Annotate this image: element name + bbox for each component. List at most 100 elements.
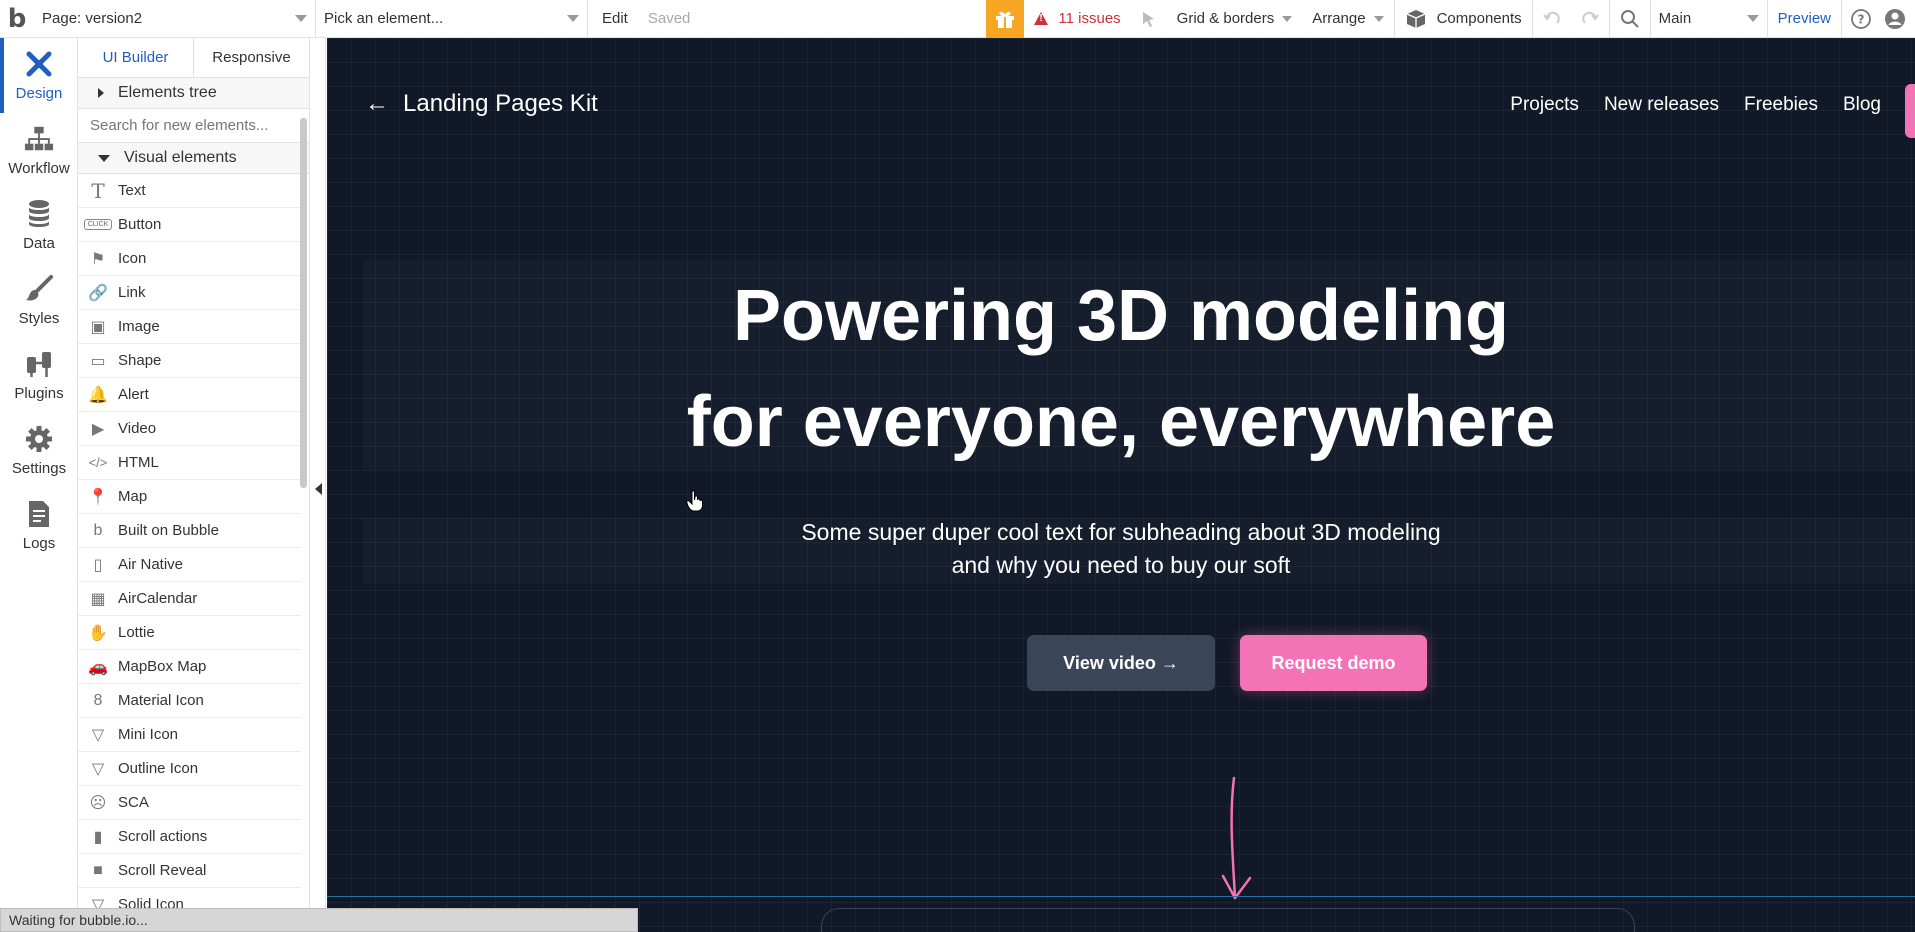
element-item-material-icon[interactable]: 8 Material Icon — [78, 684, 301, 718]
element-item-mini-icon[interactable]: ▽ Mini Icon — [78, 718, 301, 752]
view-video-button[interactable]: View video → — [1027, 635, 1215, 691]
element-item-air-native[interactable]: ▯ Air Native — [78, 548, 301, 582]
click-badge-icon: CLICK — [83, 219, 113, 230]
panel-scrollbar[interactable] — [300, 118, 307, 488]
nav-link-blog[interactable]: Blog — [1843, 94, 1881, 116]
elements-tree-toggle[interactable]: Elements tree — [78, 78, 309, 109]
element-item-alert[interactable]: 🔔 Alert — [78, 378, 301, 412]
nav-link-projects[interactable]: Projects — [1510, 94, 1579, 116]
nav-link-freebies[interactable]: Freebies — [1744, 94, 1818, 116]
element-item-lottie[interactable]: ✋ Lottie — [78, 616, 301, 650]
inspect-pointer-button[interactable] — [1131, 0, 1167, 38]
warning-icon — [1034, 12, 1049, 25]
bubble-logo-icon[interactable]: b — [0, 0, 34, 38]
request-demo-button[interactable]: Request demo — [1240, 635, 1427, 691]
sidebar-item-design[interactable]: Design — [0, 38, 78, 113]
tab-ui-builder[interactable]: UI Builder — [78, 38, 194, 77]
lottie-element-icon: ✋ — [88, 624, 108, 642]
search-button[interactable] — [1610, 0, 1650, 38]
element-item-outline-icon[interactable]: ▽ Outline Icon — [78, 752, 301, 786]
account-button[interactable] — [1880, 0, 1910, 38]
sidebar-item-logs[interactable]: Logs — [0, 488, 78, 563]
issues-button[interactable]: 11 issues — [1024, 0, 1130, 38]
element-item-text[interactable]: T Text — [78, 174, 301, 208]
caret-right-icon — [98, 88, 104, 98]
element-item-label: Video — [118, 420, 157, 437]
arrow-down-icon — [1221, 776, 1252, 900]
design-icon — [26, 51, 52, 77]
branch-selector[interactable]: Main — [1649, 0, 1768, 38]
map-element-icon: 📍 — [88, 488, 108, 506]
element-item-label: Lottie — [118, 624, 155, 641]
hero-heading-line-1: Powering 3D modeling — [732, 276, 1510, 356]
alert-element-icon: 🔔 — [88, 386, 108, 404]
element-item-scroll-reveal[interactable]: ■ Scroll Reveal — [78, 854, 301, 888]
edit-button[interactable]: Edit — [588, 0, 638, 38]
element-item-aircalendar[interactable]: ▦ AirCalendar — [78, 582, 301, 616]
scroll-reveal-element-icon: ■ — [93, 861, 103, 879]
chevron-down-icon — [1282, 15, 1293, 22]
tab-responsive[interactable]: Responsive — [194, 38, 309, 77]
element-item-sca[interactable]: ☹ SCA — [78, 786, 301, 820]
element-item-built-on-bubble[interactable]: b Built on Bubble — [78, 514, 301, 548]
element-search-input[interactable] — [78, 109, 309, 143]
element-item-label: Icon — [118, 250, 147, 267]
element-item-mapbox-map[interactable]: 🚗 MapBox Map — [78, 650, 301, 684]
help-button[interactable]: ? — [1842, 0, 1880, 38]
arrow-left-icon: ← — [365, 90, 389, 117]
sidebar-item-data[interactable]: Data — [0, 188, 78, 263]
sidebar-item-styles[interactable]: Styles — [0, 263, 78, 338]
hero-subheading-line-2: and why you need to buy our soft — [951, 552, 1291, 578]
back-link[interactable]: ← Landing Pages Kit — [365, 90, 598, 118]
arrange-menu[interactable]: Arrange — [1302, 0, 1393, 38]
image-element-icon: ▣ — [90, 318, 106, 336]
visual-elements-toggle[interactable]: Visual elements — [78, 143, 309, 174]
element-picker-label: Pick an element... — [324, 10, 444, 27]
element-list: T Text CLICK Button ⚑ Icon 🔗 Link ▣ Image ▭ Shape 🔔 A… — [78, 174, 309, 908]
search-icon — [1620, 9, 1639, 28]
element-picker[interactable]: Pick an element... — [316, 0, 588, 38]
grid-borders-menu[interactable]: Grid & borders — [1167, 0, 1303, 38]
sidebar-item-plugins[interactable]: Plugins — [0, 338, 78, 413]
element-item-html[interactable]: </> HTML — [78, 446, 301, 480]
section-divider — [327, 896, 1915, 897]
button-element-icon: CLICK — [78, 219, 118, 230]
nav-cta-button-partial[interactable] — [1905, 84, 1915, 138]
panel-collapse-handle[interactable] — [310, 38, 326, 908]
sidebar-item-settings[interactable]: Settings — [0, 413, 78, 488]
element-item-label: AirCalendar — [118, 590, 198, 607]
nav-link-new-releases[interactable]: New releases — [1604, 94, 1719, 116]
sidebar-item-workflow[interactable]: Workflow — [0, 113, 78, 188]
components-button[interactable]: Components — [1395, 0, 1532, 38]
preview-card-top[interactable] — [821, 908, 1635, 932]
element-item-map[interactable]: 📍 Map — [78, 480, 301, 514]
gear-icon — [26, 426, 52, 452]
help-icon: ? — [1851, 8, 1871, 29]
element-item-image[interactable]: ▣ Image — [78, 310, 301, 344]
html-element-icon: </> — [88, 455, 108, 470]
page-canvas[interactable]: ← Landing Pages Kit Projects New release… — [327, 38, 1915, 932]
sidebar-item-label: Settings — [11, 460, 67, 477]
collapse-left-icon — [315, 483, 322, 495]
element-item-scroll-actions[interactable]: ▮ Scroll actions — [78, 820, 301, 854]
components-label: Components — [1436, 10, 1522, 27]
element-item-icon[interactable]: ⚑ Icon — [78, 242, 301, 276]
element-item-label: HTML — [118, 454, 159, 471]
page-selector[interactable]: Page: version2 — [34, 0, 316, 38]
built-on-bubble-element-icon: b — [93, 521, 103, 539]
preview-button[interactable]: Preview — [1768, 0, 1841, 38]
cube-icon — [1406, 9, 1425, 28]
link-element-icon: 🔗 — [88, 284, 108, 302]
saved-status: Saved — [647, 10, 691, 27]
element-item-label: Button — [118, 216, 162, 233]
hero-subheading: Some super duper cool text for subheadin… — [327, 516, 1915, 582]
gift-button[interactable] — [986, 0, 1025, 38]
element-item-button[interactable]: CLICK Button — [78, 208, 301, 242]
element-item-solid-icon[interactable]: ▽ Solid Icon — [78, 888, 301, 908]
undo-button[interactable] — [1533, 0, 1571, 38]
element-item-video[interactable]: ▶ Video — [78, 412, 301, 446]
element-item-shape[interactable]: ▭ Shape — [78, 344, 301, 378]
redo-button[interactable] — [1571, 0, 1609, 38]
video-element-icon: ▶ — [91, 420, 105, 438]
element-item-link[interactable]: 🔗 Link — [78, 276, 301, 310]
